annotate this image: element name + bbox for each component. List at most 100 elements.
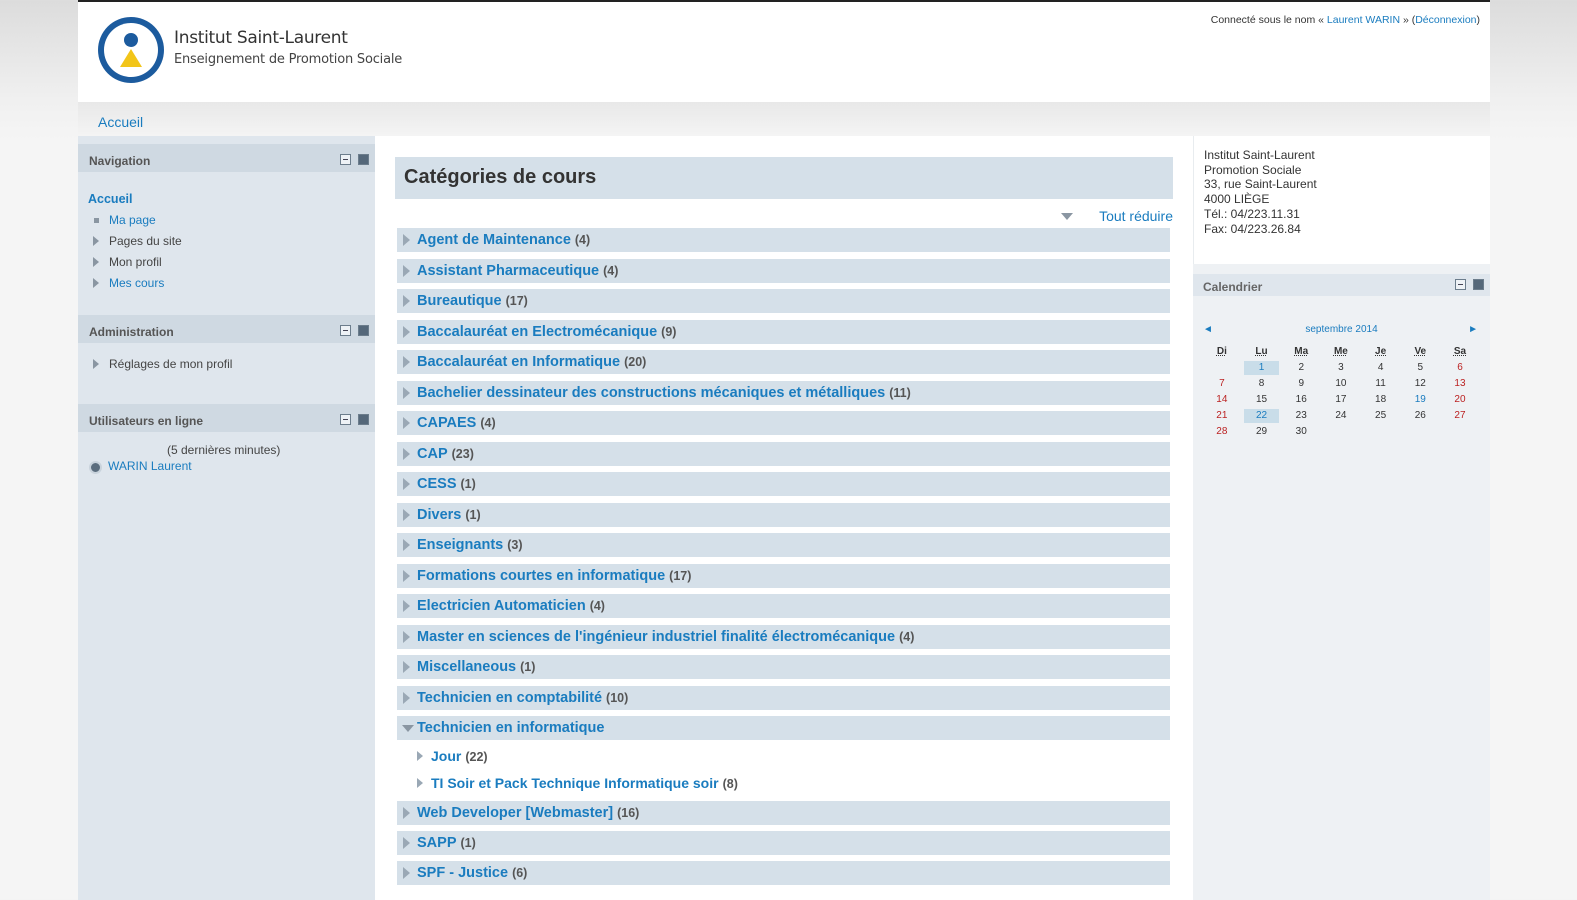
expand-arrow-icon[interactable] <box>403 570 410 582</box>
expand-arrow-icon[interactable] <box>93 278 99 288</box>
category-row[interactable]: SPF - Justice (6) <box>397 861 1170 885</box>
category-name[interactable]: SAPP <box>417 835 457 851</box>
subcategory-name[interactable]: Jour <box>431 748 461 764</box>
minimize-icon[interactable] <box>1455 279 1466 290</box>
expand-arrow-icon[interactable] <box>403 478 410 490</box>
expand-arrow-icon[interactable] <box>93 236 99 246</box>
category-name[interactable]: Baccalauréat en Informatique <box>417 354 620 370</box>
expand-arrow-icon[interactable] <box>403 448 410 460</box>
category-row[interactable]: Bachelier dessinateur des constructions … <box>397 381 1170 405</box>
calendar-day-event[interactable]: 19 <box>1400 392 1440 408</box>
expand-arrow-icon[interactable] <box>403 326 410 338</box>
expand-arrow-icon[interactable] <box>403 539 410 551</box>
category-row[interactable]: Web Developer [Webmaster] (16) <box>397 801 1170 825</box>
category-name[interactable]: Enseignants <box>417 537 503 553</box>
category-row[interactable]: Agent de Maintenance (4) <box>397 228 1170 252</box>
category-row[interactable]: Divers (1) <box>397 503 1170 527</box>
category-name[interactable]: Assistant Pharmaceutique <box>417 263 599 279</box>
nav-home-link[interactable]: Accueil <box>88 192 132 206</box>
category-name[interactable]: Electricien Automaticien <box>417 598 586 614</box>
minimize-icon[interactable] <box>340 325 351 336</box>
category-name[interactable]: Web Developer [Webmaster] <box>417 805 613 821</box>
category-row[interactable]: Baccalauréat en Informatique (20) <box>397 350 1170 374</box>
category-name[interactable]: SPF - Justice <box>417 865 508 881</box>
category-name[interactable]: Divers <box>417 507 461 523</box>
dock-icon[interactable] <box>358 414 369 425</box>
category-name[interactable]: CAP <box>417 446 448 462</box>
category-row[interactable]: Enseignants (3) <box>397 533 1170 557</box>
address-line: Promotion Sociale <box>1204 162 1302 177</box>
expand-arrow-icon[interactable] <box>417 778 423 788</box>
expand-arrow-icon[interactable] <box>403 265 410 277</box>
category-row[interactable]: Assistant Pharmaceutique (4) <box>397 259 1170 283</box>
expand-arrow-icon[interactable] <box>93 359 99 369</box>
expand-arrow-icon[interactable] <box>403 234 410 246</box>
expand-arrow-icon[interactable] <box>93 257 99 267</box>
category-row[interactable]: CAP (23) <box>397 442 1170 466</box>
expand-arrow-icon[interactable] <box>403 295 410 307</box>
category-row[interactable]: Formations courtes en informatique (17) <box>397 564 1170 588</box>
category-row[interactable]: SAPP (1) <box>397 831 1170 855</box>
collapse-all-link[interactable]: Tout réduire <box>1099 208 1173 224</box>
calendar-weekday-row: Di Lu Ma Me Je Ve Sa <box>1202 344 1480 360</box>
site-logo[interactable] <box>98 17 164 83</box>
expand-arrow-icon[interactable] <box>403 417 410 429</box>
nav-item-mon-profil[interactable]: Mon profil <box>109 255 162 269</box>
category-row[interactable]: CAPAES (4) <box>397 411 1170 435</box>
category-name[interactable]: Master en sciences de l'ingénieur indust… <box>417 629 895 645</box>
nav-item-pages-du-site[interactable]: Pages du site <box>109 234 182 248</box>
page: Institut Saint-Laurent Enseignement de P… <box>78 0 1490 900</box>
expand-arrow-icon[interactable] <box>403 600 410 612</box>
expand-arrow-icon[interactable] <box>403 509 410 521</box>
category-name[interactable]: CESS <box>417 476 457 492</box>
calendar-next-icon[interactable]: ► <box>1468 324 1478 335</box>
expand-arrow-icon[interactable] <box>403 867 410 879</box>
dock-icon[interactable] <box>358 154 369 165</box>
category-name[interactable]: Technicien en informatique <box>417 720 604 736</box>
expand-arrow-icon[interactable] <box>403 661 410 673</box>
category-row[interactable]: Electricien Automaticien (4) <box>397 594 1170 618</box>
category-name[interactable]: Baccalauréat en Electromécanique <box>417 324 657 340</box>
logout-link[interactable]: Déconnexion <box>1415 14 1476 26</box>
admin-item-reglages[interactable]: Réglages de mon profil <box>109 357 232 371</box>
category-name[interactable]: Bureautique <box>417 293 502 309</box>
category-name[interactable]: CAPAES <box>417 415 476 431</box>
category-name[interactable]: Formations courtes en informatique <box>417 568 665 584</box>
minimize-icon[interactable] <box>340 414 351 425</box>
expand-arrow-icon[interactable] <box>403 692 410 704</box>
collapse-arrow-icon[interactable] <box>402 725 414 732</box>
category-name[interactable]: Agent de Maintenance <box>417 232 571 248</box>
category-name[interactable]: Miscellaneous <box>417 659 516 675</box>
expand-arrow-icon[interactable] <box>403 807 410 819</box>
category-name[interactable]: Bachelier dessinateur des constructions … <box>417 385 885 401</box>
category-name[interactable]: Technicien en comptabilité <box>417 690 602 706</box>
subcategory-name[interactable]: TI Soir et Pack Technique Informatique s… <box>431 775 719 791</box>
expand-arrow-icon[interactable] <box>403 356 410 368</box>
expand-arrow-icon[interactable] <box>403 387 410 399</box>
category-row[interactable]: Bureautique (17) <box>397 289 1170 313</box>
dock-icon[interactable] <box>358 325 369 336</box>
category-row[interactable]: CESS (1) <box>397 472 1170 496</box>
weekday: Ve <box>1414 346 1427 357</box>
category-row[interactable]: Technicien en comptabilité (10) <box>397 686 1170 710</box>
calendar-month[interactable]: septembre 2014 <box>1193 324 1490 335</box>
expand-arrow-icon[interactable] <box>403 837 410 849</box>
category-count: (4) <box>480 416 496 430</box>
nav-item-mes-cours[interactable]: Mes cours <box>109 276 164 290</box>
category-row[interactable]: Miscellaneous (1) <box>397 655 1170 679</box>
minimize-icon[interactable] <box>340 154 351 165</box>
calendar-day-today[interactable]: 22 <box>1243 409 1280 423</box>
dock-icon[interactable] <box>1473 279 1484 290</box>
expand-arrow-icon[interactable] <box>403 631 410 643</box>
category-row[interactable]: Master en sciences de l'ingénieur indust… <box>397 625 1170 649</box>
breadcrumb-home[interactable]: Accueil <box>98 114 143 130</box>
collapse-triangle-icon[interactable] <box>1061 213 1073 220</box>
expand-arrow-icon[interactable] <box>417 751 423 761</box>
profile-link[interactable]: Laurent WARIN <box>1327 14 1400 26</box>
calendar-day <box>1321 424 1361 440</box>
online-user-link[interactable]: WARIN Laurent <box>108 459 192 473</box>
calendar-day-event[interactable]: 1 <box>1243 361 1280 375</box>
category-row-expanded[interactable]: Technicien en informatique <box>397 716 1170 740</box>
nav-item-ma-page[interactable]: Ma page <box>109 213 156 227</box>
category-row[interactable]: Baccalauréat en Electromécanique (9) <box>397 320 1170 344</box>
